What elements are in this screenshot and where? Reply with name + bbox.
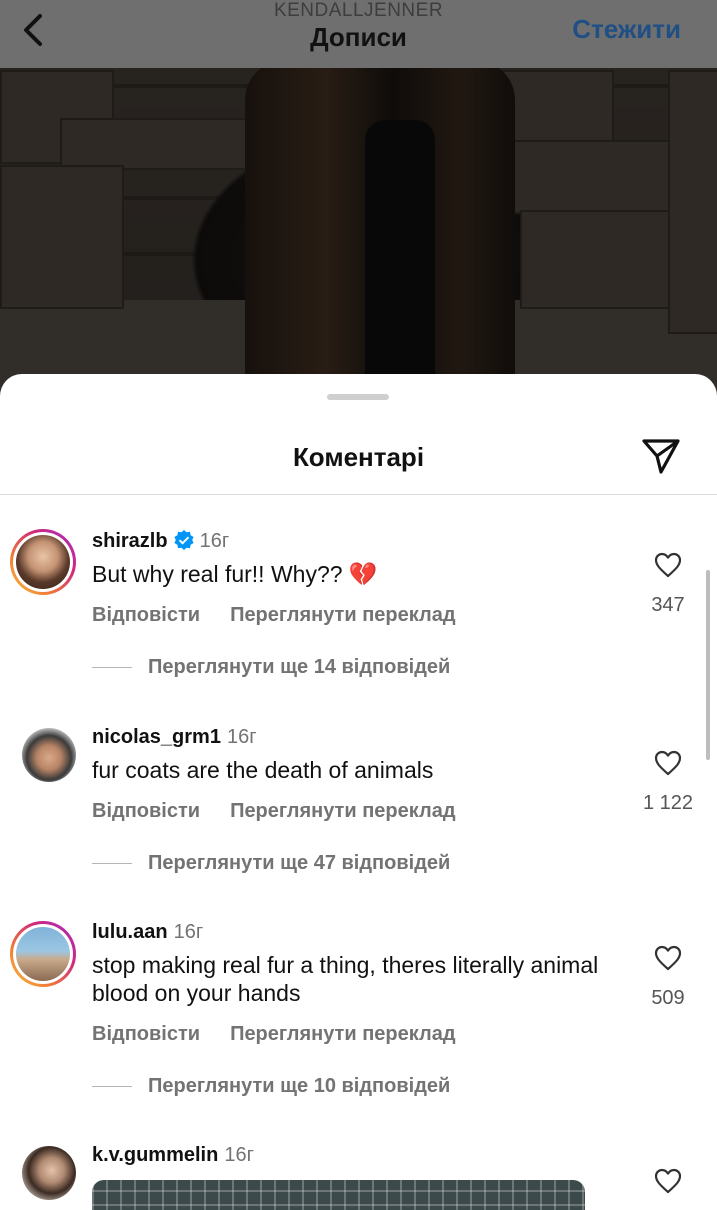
comments-sheet: Коментарі shirazlb 16г But why real fur!!… — [0, 374, 717, 1210]
comment-username[interactable]: k.v.gummelin — [92, 1144, 218, 1166]
comment-time: 16г — [226, 726, 257, 748]
replies-line — [92, 667, 132, 669]
like-count: 509 — [651, 987, 685, 1009]
replies-line — [92, 1086, 132, 1088]
view-more-replies-button[interactable]: Переглянути ще 14 відповідей — [92, 656, 450, 679]
view-more-replies-label: Переглянути ще 47 відповідей — [148, 852, 451, 874]
verified-badge-icon — [173, 530, 194, 550]
comment-time: 16г — [224, 1144, 254, 1166]
like-count: 1 122 — [642, 792, 694, 814]
reply-button[interactable]: Відповісти — [92, 800, 200, 822]
avatar[interactable] — [22, 728, 76, 782]
see-translation-button[interactable]: Переглянути переклад — [230, 1023, 455, 1045]
sheet-divider — [0, 494, 717, 495]
replies-line — [92, 863, 132, 865]
heart-icon[interactable] — [654, 552, 682, 578]
sheet-title: Коментарі — [292, 442, 425, 472]
avatar[interactable] — [10, 921, 76, 987]
comment-text: stop making real fur a thing, theres lit… — [92, 952, 599, 1006]
reply-button[interactable]: Відповісти — [92, 604, 200, 626]
avatar[interactable] — [10, 529, 76, 595]
see-translation-button[interactable]: Переглянути переклад — [230, 800, 455, 822]
comment-text: But why real fur!! Why?? 💔 — [92, 561, 378, 587]
view-more-replies-label: Переглянути ще 14 відповідей — [148, 656, 451, 678]
view-more-replies-button[interactable]: Переглянути ще 47 відповідей — [92, 852, 450, 875]
comment-image[interactable] — [92, 1180, 585, 1210]
comment-time: 16г — [199, 530, 230, 552]
reply-button[interactable]: Відповісти — [92, 1023, 200, 1045]
top-bar: KENDALLJENNER Дописи Стежити — [0, 0, 717, 68]
see-translation-button[interactable]: Переглянути переклад — [230, 604, 455, 626]
view-more-replies-button[interactable]: Переглянути ще 10 відповідей — [92, 1075, 450, 1098]
comment-username[interactable]: lulu.aan — [92, 921, 168, 943]
comment-text: fur coats are the death of animals — [92, 757, 434, 783]
heart-icon[interactable] — [654, 1168, 682, 1194]
avatar[interactable] — [22, 1146, 76, 1200]
comment-username[interactable]: nicolas_grm1 — [92, 726, 221, 748]
comment-username[interactable]: shirazlb — [92, 530, 168, 552]
share-paper-plane-icon[interactable] — [640, 436, 682, 476]
sheet-grabber[interactable] — [327, 394, 389, 400]
view-more-replies-label: Переглянути ще 10 відповідей — [148, 1075, 451, 1097]
follow-button[interactable]: Стежити — [572, 14, 681, 45]
comment-time: 16г — [173, 921, 204, 943]
like-count: 347 — [651, 594, 685, 616]
heart-icon[interactable] — [654, 750, 682, 776]
heart-icon[interactable] — [654, 945, 682, 971]
